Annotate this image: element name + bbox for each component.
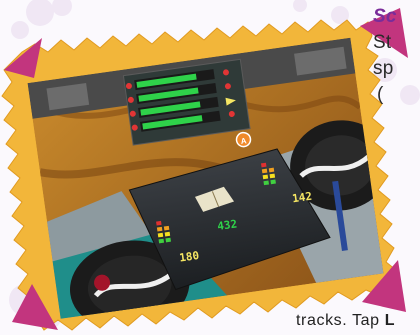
bottom-text-bold: L: [384, 312, 396, 329]
lcd-right-value: 142: [291, 190, 312, 206]
side-text-line-2: St: [373, 32, 392, 53]
bottom-text-prefix: tracks. Tap: [296, 312, 385, 329]
side-text-line-4: (: [377, 84, 384, 105]
game-scene: 432 180 142 A: [1, 8, 408, 331]
side-text-line-3: sp: [373, 58, 394, 79]
lcd-center-value: 432: [216, 217, 237, 233]
lcd-left-value: 180: [178, 249, 199, 265]
side-text-line-1: Sc: [373, 6, 397, 27]
bottom-instruction-text: tracks. Tap L: [296, 312, 395, 330]
